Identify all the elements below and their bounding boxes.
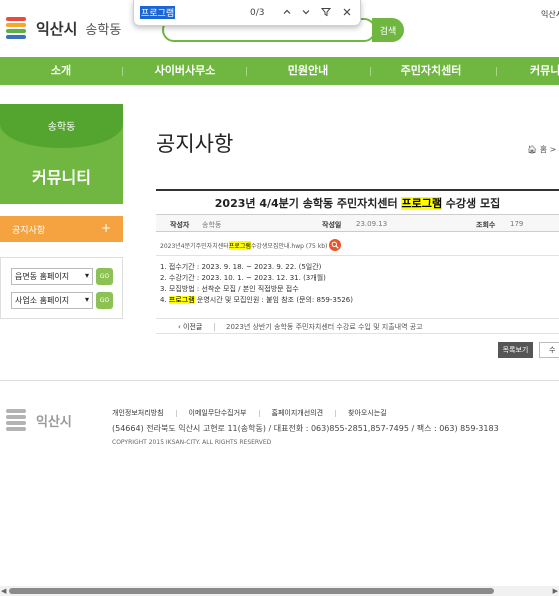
- views-label: 조회수: [476, 221, 496, 229]
- go-button[interactable]: GO: [96, 267, 113, 285]
- footer-link-directions[interactable]: 찾아오시는길: [348, 408, 387, 418]
- go-button[interactable]: GO: [96, 291, 113, 309]
- plus-icon: +: [100, 221, 111, 235]
- horizontal-scrollbar[interactable]: ◀ ▶: [0, 586, 559, 596]
- prev-post-title[interactable]: 2023년 상반기 송학동 주민자치센터 수강료 수입 및 지출내역 공고: [226, 322, 423, 332]
- home-icon[interactable]: 🏠︎: [527, 145, 537, 154]
- post-body-line: 4. 프로그램 운영시간 및 모집인원 : 붙임 참조 (문의: 859-352…: [160, 296, 353, 304]
- footer-address: (54664) 전라북도 익산시 고현로 11(송학동) / 대표전화 : 06…: [112, 424, 499, 433]
- nav-divider: [122, 67, 123, 76]
- main-nav: 소개 사이버사무소 민원안내 주민자치센터 커뮤니: [0, 57, 559, 85]
- chevron-down-icon: ▾: [84, 270, 89, 280]
- author-value: 송학동: [202, 221, 222, 229]
- board-top-border: [156, 189, 559, 191]
- date-label: 작성일: [322, 221, 342, 229]
- close-icon[interactable]: [339, 4, 355, 20]
- search-highlight: 프로그램: [228, 240, 251, 250]
- search-highlight: 프로그램: [168, 296, 195, 304]
- sidebar-dong-name: 송학동: [47, 122, 76, 133]
- footer-link-privacy[interactable]: 개인정보처리방침: [112, 408, 164, 418]
- footer-divider: [0, 380, 559, 381]
- footer-link-email[interactable]: 이메일무단수집거부: [189, 408, 247, 418]
- sidebar-item-notice[interactable]: 공지사항 +: [0, 216, 123, 242]
- find-bar: 프로그램 0/3: [133, 0, 361, 26]
- top-right-link[interactable]: 익산시: [541, 9, 559, 20]
- post-title: 2023년 4/4분기 송학동 주민자치센터 프로그램 수강생 모집: [214, 197, 501, 210]
- footer-links: 개인정보처리방침 이메일무단수집거부 홈페이지개선의견 찾아오시는길: [112, 408, 387, 418]
- nav-item-cyber-office[interactable]: 사이버사무소: [140, 57, 230, 85]
- sidebar-header: 송학동 커뮤니티: [0, 104, 123, 204]
- find-input[interactable]: 프로그램: [140, 6, 176, 19]
- nav-divider: [246, 67, 247, 76]
- chevron-up-icon[interactable]: [279, 4, 295, 20]
- post-body-line: 1. 접수기간 : 2023. 9. 18. ~ 2023. 9. 22. (5…: [160, 263, 322, 271]
- post-meta: 작성자 송학동 작성일 23.09.13 조회수 179: [156, 214, 559, 232]
- prev-post-label: ‹ 이전글: [178, 323, 203, 331]
- city-logo[interactable]: 익산시 송학동: [0, 12, 121, 44]
- nav-item-civil[interactable]: 민원안내: [268, 57, 348, 85]
- post-body-line: 3. 모집방법 : 선착순 모집 / 본인 직접방문 접수: [160, 285, 299, 293]
- nav-item-center[interactable]: 주민자치센터: [388, 57, 474, 85]
- prev-post-row[interactable]: ‹ 이전글 2023년 상반기 송학동 주민자치센터 수강료 수입 및 지출내역…: [156, 318, 559, 334]
- scroll-left-icon[interactable]: ◀: [1, 587, 6, 595]
- content-divider: [156, 255, 559, 256]
- filter-icon[interactable]: [318, 4, 334, 20]
- scroll-right-icon[interactable]: ▶: [553, 587, 558, 595]
- footer-city-name: 익산시: [36, 414, 72, 430]
- footer-logo: 익산시: [0, 406, 72, 434]
- search-highlight: 프로그램: [401, 197, 442, 210]
- views-value: 179: [510, 220, 524, 228]
- sidebar-title: 커뮤니티: [32, 168, 91, 187]
- find-match-count: 0/3: [250, 7, 265, 18]
- logo-mark-icon: [0, 14, 32, 42]
- nav-divider: [370, 67, 371, 76]
- preview-icon[interactable]: [329, 239, 342, 251]
- chevron-down-icon: ▾: [84, 294, 89, 304]
- post-body-line: 2. 수강기간 : 2023. 10. 1. ~ 2023. 12. 31. (…: [160, 274, 326, 282]
- attachment-link[interactable]: 2023년4분기주민자치센터 프로그램 수강생모집안내.hwp (75 kb): [160, 239, 342, 251]
- nav-item-community[interactable]: 커뮤니: [530, 57, 559, 85]
- date-value: 23.09.13: [356, 220, 388, 228]
- sidebar-item-label: 공지사항: [12, 225, 46, 236]
- logo-dong-name: 송학동: [85, 22, 122, 38]
- scrollbar-thumb[interactable]: [9, 588, 494, 594]
- logo-mark-icon: [0, 406, 32, 434]
- footer-link-feedback[interactable]: 홈페이지개선의견: [272, 408, 324, 418]
- office-homepage-select[interactable]: 사업소 홈페이지 ▾: [11, 291, 93, 309]
- page-title: 공지사항: [156, 132, 234, 156]
- author-label: 작성자: [170, 221, 190, 229]
- dong-homepage-select[interactable]: 읍면동 홈페이지 ▾: [11, 267, 93, 285]
- quick-links: 읍면동 홈페이지 ▾ GO 사업소 홈페이지 ▾ GO: [0, 257, 123, 319]
- footer-copyright: COPYRIGHT 2015 IKSAN-CITY. ALL RIGHTS RE…: [112, 439, 272, 446]
- breadcrumb: 🏠︎ 홈 > 커: [527, 145, 559, 154]
- logo-city-name: 익산시: [36, 19, 78, 38]
- edit-button[interactable]: 수: [539, 342, 559, 358]
- nav-divider: [496, 67, 497, 76]
- list-button[interactable]: 목록보기: [498, 342, 533, 358]
- chevron-down-icon[interactable]: [298, 4, 314, 20]
- nav-item-intro[interactable]: 소개: [22, 57, 100, 85]
- search-button[interactable]: 검색: [372, 18, 404, 42]
